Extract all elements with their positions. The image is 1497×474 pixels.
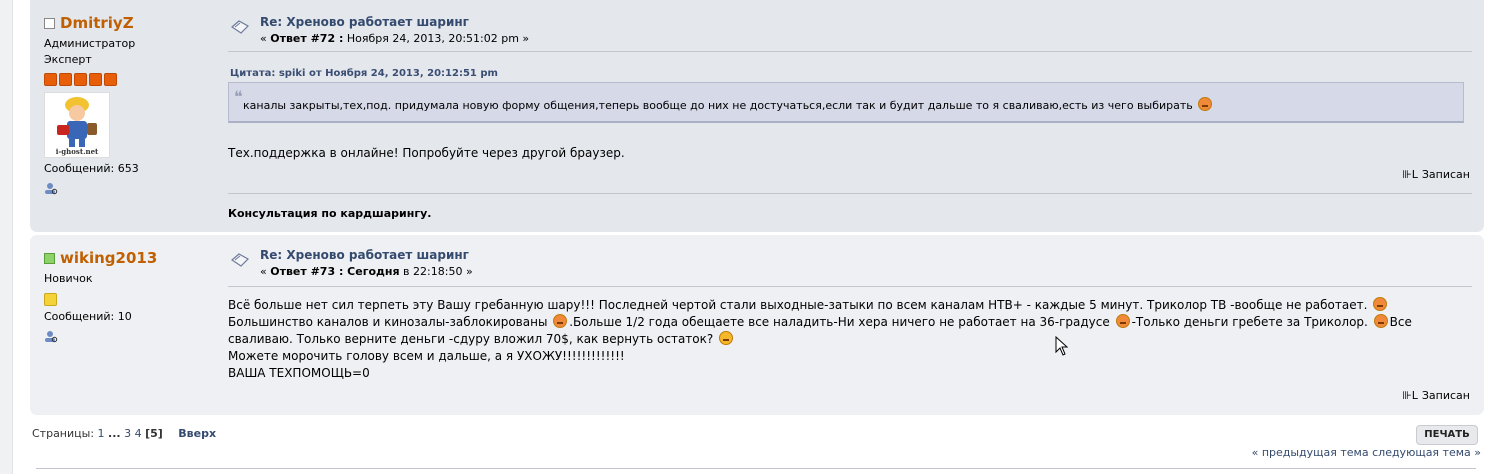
post-body: Всё больше нет сил терпеть эту Вашу греб…: [228, 297, 1412, 382]
avatar: i-ghost.net: [44, 92, 110, 158]
signature: Консультация по кардшарингу.: [228, 207, 432, 220]
post-72: DmitriyZ Администратор Эксперт i-ghost.n…: [30, 0, 1484, 232]
page-link-3[interactable]: 3: [124, 427, 131, 440]
post-time: в 22:18:50 »: [399, 265, 473, 278]
pages-ellipsis: ...: [108, 427, 121, 440]
pagination: Страницы: 1 ... 3 4 [5] Вверх: [32, 427, 216, 440]
member-group: Новичок: [44, 272, 93, 285]
star-icon: [44, 293, 57, 306]
confused-smiley-icon: [719, 331, 734, 345]
sad-smiley-icon: [1373, 314, 1388, 328]
reply-number: Ответ #72 :: [270, 32, 344, 45]
post-body: Тех.поддержка в онлайне! Попробуйте чере…: [228, 146, 625, 160]
author-link[interactable]: wiking2013: [60, 249, 157, 267]
quote-header[interactable]: Цитата: spiki от Ноября 24, 2013, 20:12:…: [230, 68, 498, 79]
post-title-link[interactable]: Re: Хреново работает шаринг: [260, 15, 469, 29]
quote-block: ❝ каналы закрыты,тех,под. придумала нову…: [228, 82, 1464, 123]
page-link-4[interactable]: 4: [135, 427, 142, 440]
topic-icon: [231, 253, 249, 267]
mouse-cursor-icon: [1055, 336, 1069, 356]
post-73: wiking2013 Новичок Сообщений: 10 Re: Хре…: [30, 235, 1484, 415]
profile-icon[interactable]: [44, 181, 58, 195]
page-link-1[interactable]: 1: [98, 427, 105, 440]
post-date-today: Сегодня: [343, 265, 400, 278]
star-icon: [44, 73, 57, 86]
posts-count: Сообщений: 10: [44, 310, 132, 323]
reported-label: Записан: [1421, 168, 1470, 181]
angry-smiley-icon: [1373, 297, 1388, 311]
top-link[interactable]: Вверх: [178, 427, 216, 440]
reported-link[interactable]: ⊪L Записан: [1402, 389, 1470, 402]
poster-info: wiking2013 Новичок Сообщений: 10: [44, 249, 214, 343]
meta-prefix: «: [260, 265, 271, 278]
avatar-caption: i-ghost.net: [55, 147, 99, 156]
reported-icon: ⊪L: [1402, 389, 1418, 402]
post-title-link[interactable]: Re: Хреново работает шаринг: [260, 248, 469, 262]
current-page: [5]: [145, 427, 163, 440]
star-icon: [104, 73, 117, 86]
body-line: ВАША ТЕХПОМОЩЬ=0: [228, 366, 370, 380]
divider: [228, 193, 1472, 194]
star-icon: [74, 73, 87, 86]
quote-mark-icon: ❝: [234, 87, 243, 106]
body-line: Можете морочить голову всем и дальше, а …: [228, 349, 625, 363]
reply-number: Ответ #73 :: [270, 265, 344, 278]
prev-topic-link[interactable]: « предыдущая тема: [1252, 446, 1369, 459]
post-meta: « Ответ #73 : Сегодня в 22:18:50 »: [260, 265, 473, 278]
topic-icon: [231, 20, 249, 34]
builder-avatar-icon: [57, 97, 97, 147]
body-line: Все: [1389, 315, 1412, 329]
post-meta: « Ответ #72 : Ноября 24, 2013, 20:51:02 …: [260, 32, 529, 45]
meta-prefix: «: [260, 32, 271, 45]
pages-label: Страницы:: [32, 427, 95, 440]
reported-label: Записан: [1421, 389, 1470, 402]
author-link[interactable]: DmitriyZ: [60, 14, 134, 32]
posts-count: Сообщений: 653: [44, 162, 139, 175]
profile-icon[interactable]: [44, 329, 58, 343]
offline-status-icon: [44, 17, 55, 29]
reported-link[interactable]: ⊪L Записан: [1402, 168, 1470, 181]
divider: [36, 468, 1476, 469]
reported-icon: ⊪L: [1402, 168, 1418, 181]
body-line: сваливаю. Только верните деньги -сдуру в…: [228, 332, 718, 346]
quote-text: каналы закрыты,тех,под. придумала новую …: [243, 99, 1193, 112]
angry-smiley-icon: [553, 314, 568, 328]
post-date: Ноября 24, 2013, 20:51:02 pm »: [343, 32, 530, 45]
member-group: Администратор: [44, 37, 136, 50]
online-status-icon: [44, 252, 55, 264]
poster-info: DmitriyZ Администратор Эксперт i-ghost.n…: [44, 14, 214, 195]
rank-stars: [44, 73, 214, 86]
body-line: .Больше 1/2 года обещаете все наладить-Н…: [569, 315, 1114, 329]
topic-navigation: « предыдущая тема следующая тема »: [1252, 446, 1481, 459]
divider: [228, 51, 1472, 52]
next-topic-link[interactable]: следующая тема »: [1372, 446, 1481, 459]
angry-smiley-icon: [1115, 314, 1130, 328]
angry-smiley-icon: [1198, 97, 1213, 111]
star-icon: [59, 73, 72, 86]
body-line: Всё больше нет сил терпеть эту Вашу греб…: [228, 298, 1368, 312]
divider: [228, 286, 1472, 287]
print-button[interactable]: ПЕЧАТЬ: [1416, 425, 1478, 445]
body-line: -Только деньги гребете за Триколор.: [1131, 315, 1372, 329]
star-icon: [89, 73, 102, 86]
left-edge: [0, 0, 13, 474]
body-line: Большинство каналов и кинозалы-заблокиро…: [228, 315, 552, 329]
member-rank: Эксперт: [44, 53, 92, 66]
